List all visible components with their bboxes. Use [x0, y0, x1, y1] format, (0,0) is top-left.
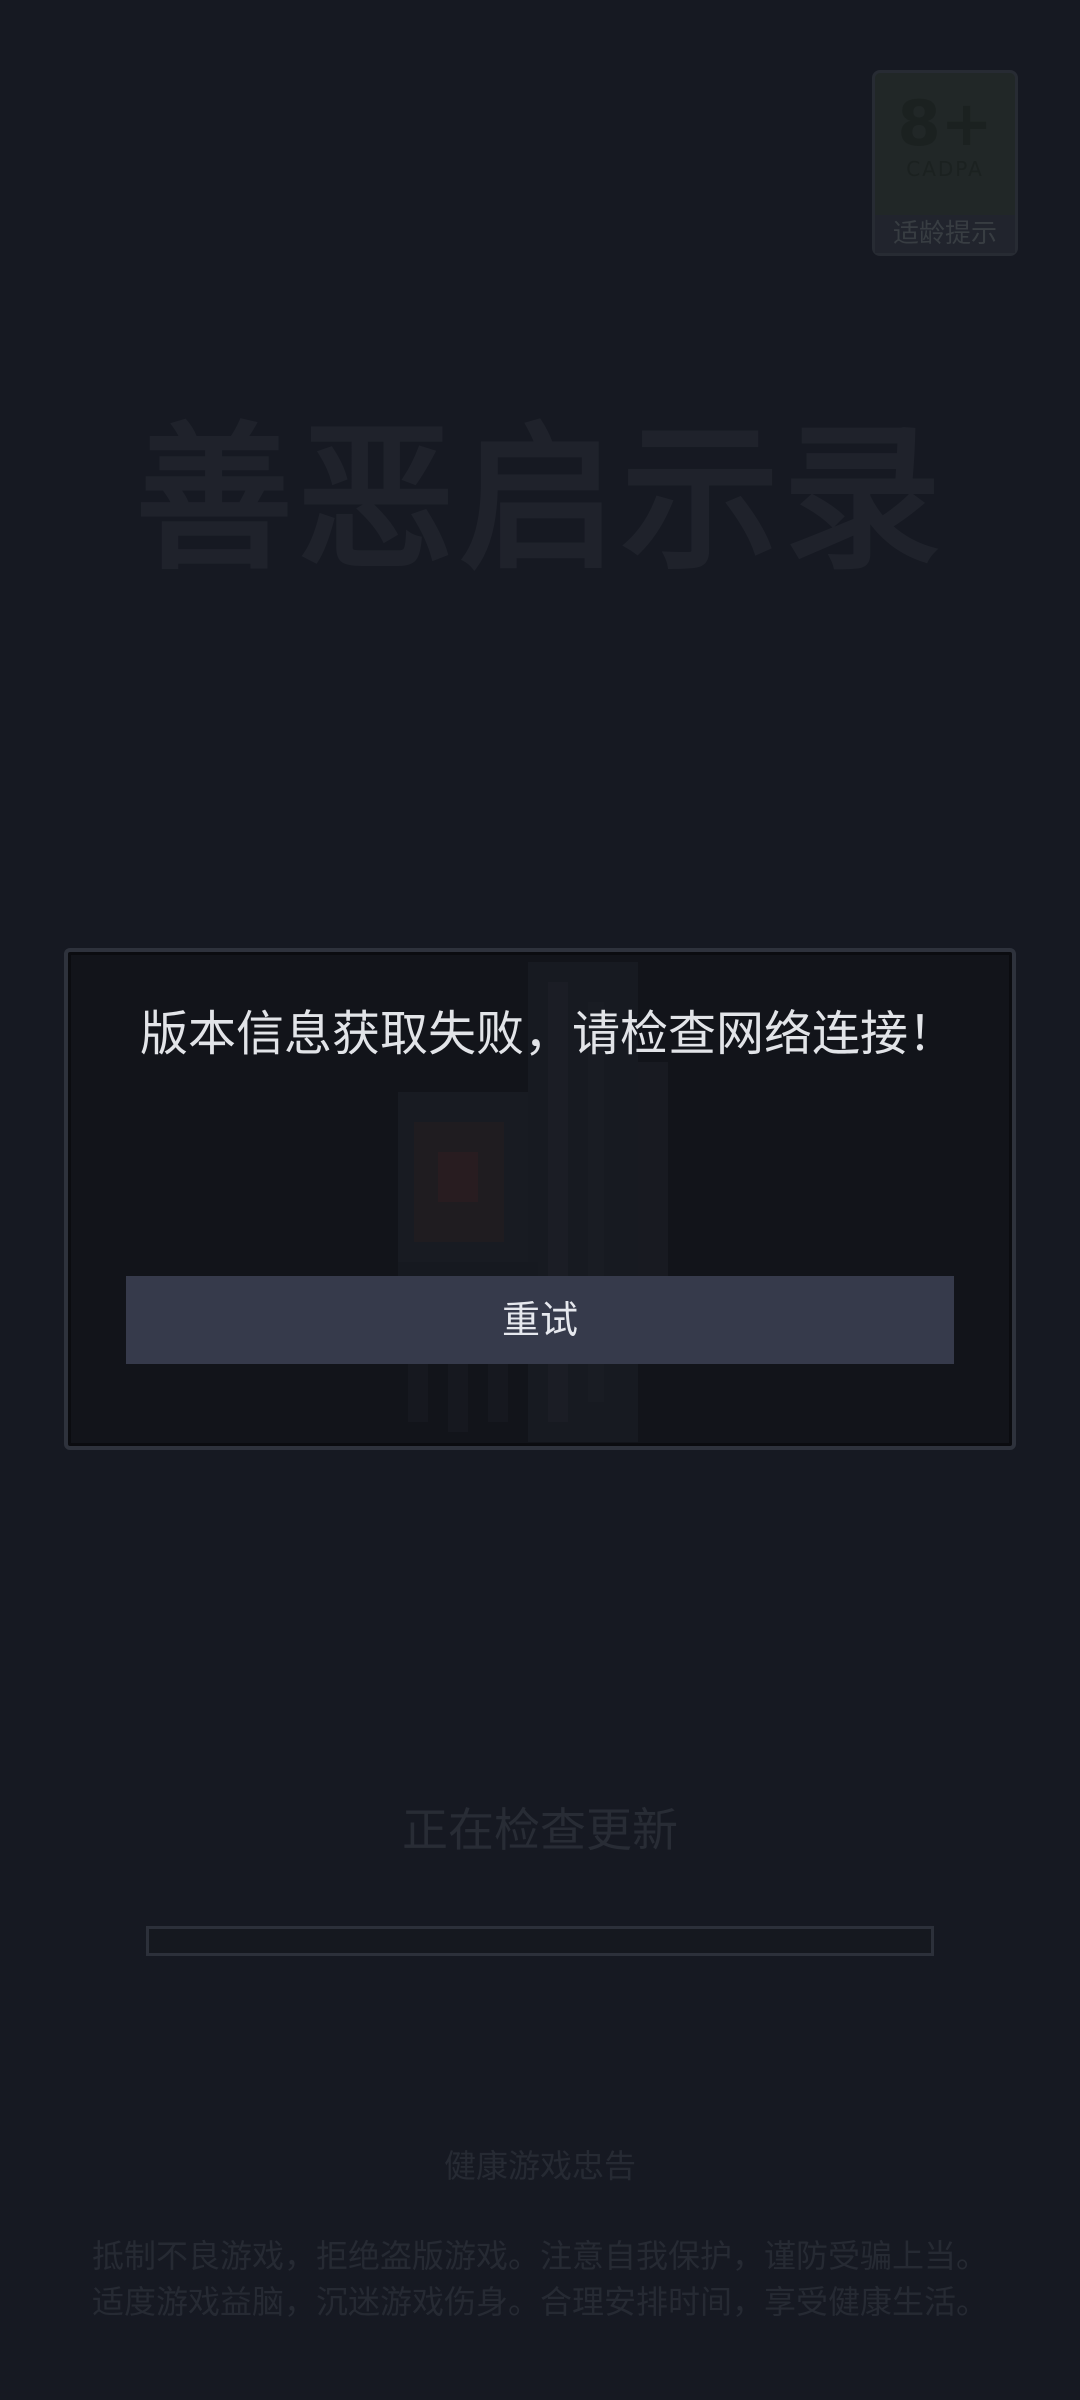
update-progress-bar [146, 1926, 934, 1956]
error-dialog: 版本信息获取失败，请检查网络连接！ 重试 [64, 948, 1016, 1450]
update-status-text: 正在检查更新 [402, 1803, 678, 1857]
health-notice-title: 健康游戏忠告 [443, 2147, 636, 2185]
retry-button[interactable]: 重试 [126, 1276, 954, 1364]
age-rating-value: 8+ [897, 87, 993, 160]
loading-screen: 8+ CADPA 适龄提示 善恶启示录 版本信息获取失败，请检查网络连接！ 重试… [0, 0, 1080, 2400]
health-notice-line-2: 适度游戏益脑，沉迷游戏伤身。合理安排时间，享受健康生活。 [91, 2283, 988, 2321]
age-rating-tip: 适龄提示 [875, 215, 1015, 253]
health-notice-line-1: 抵制不良游戏，拒绝盗版游戏。注意自我保护，谨防受骗上当。 [91, 2237, 988, 2275]
age-rating-organization: CADPA [906, 157, 984, 181]
error-message: 版本信息获取失败，请检查网络连接！ [140, 1006, 957, 1062]
game-title-logo: 善恶启示录 [135, 408, 945, 592]
age-rating-badge: 8+ CADPA 适龄提示 [872, 70, 1018, 256]
